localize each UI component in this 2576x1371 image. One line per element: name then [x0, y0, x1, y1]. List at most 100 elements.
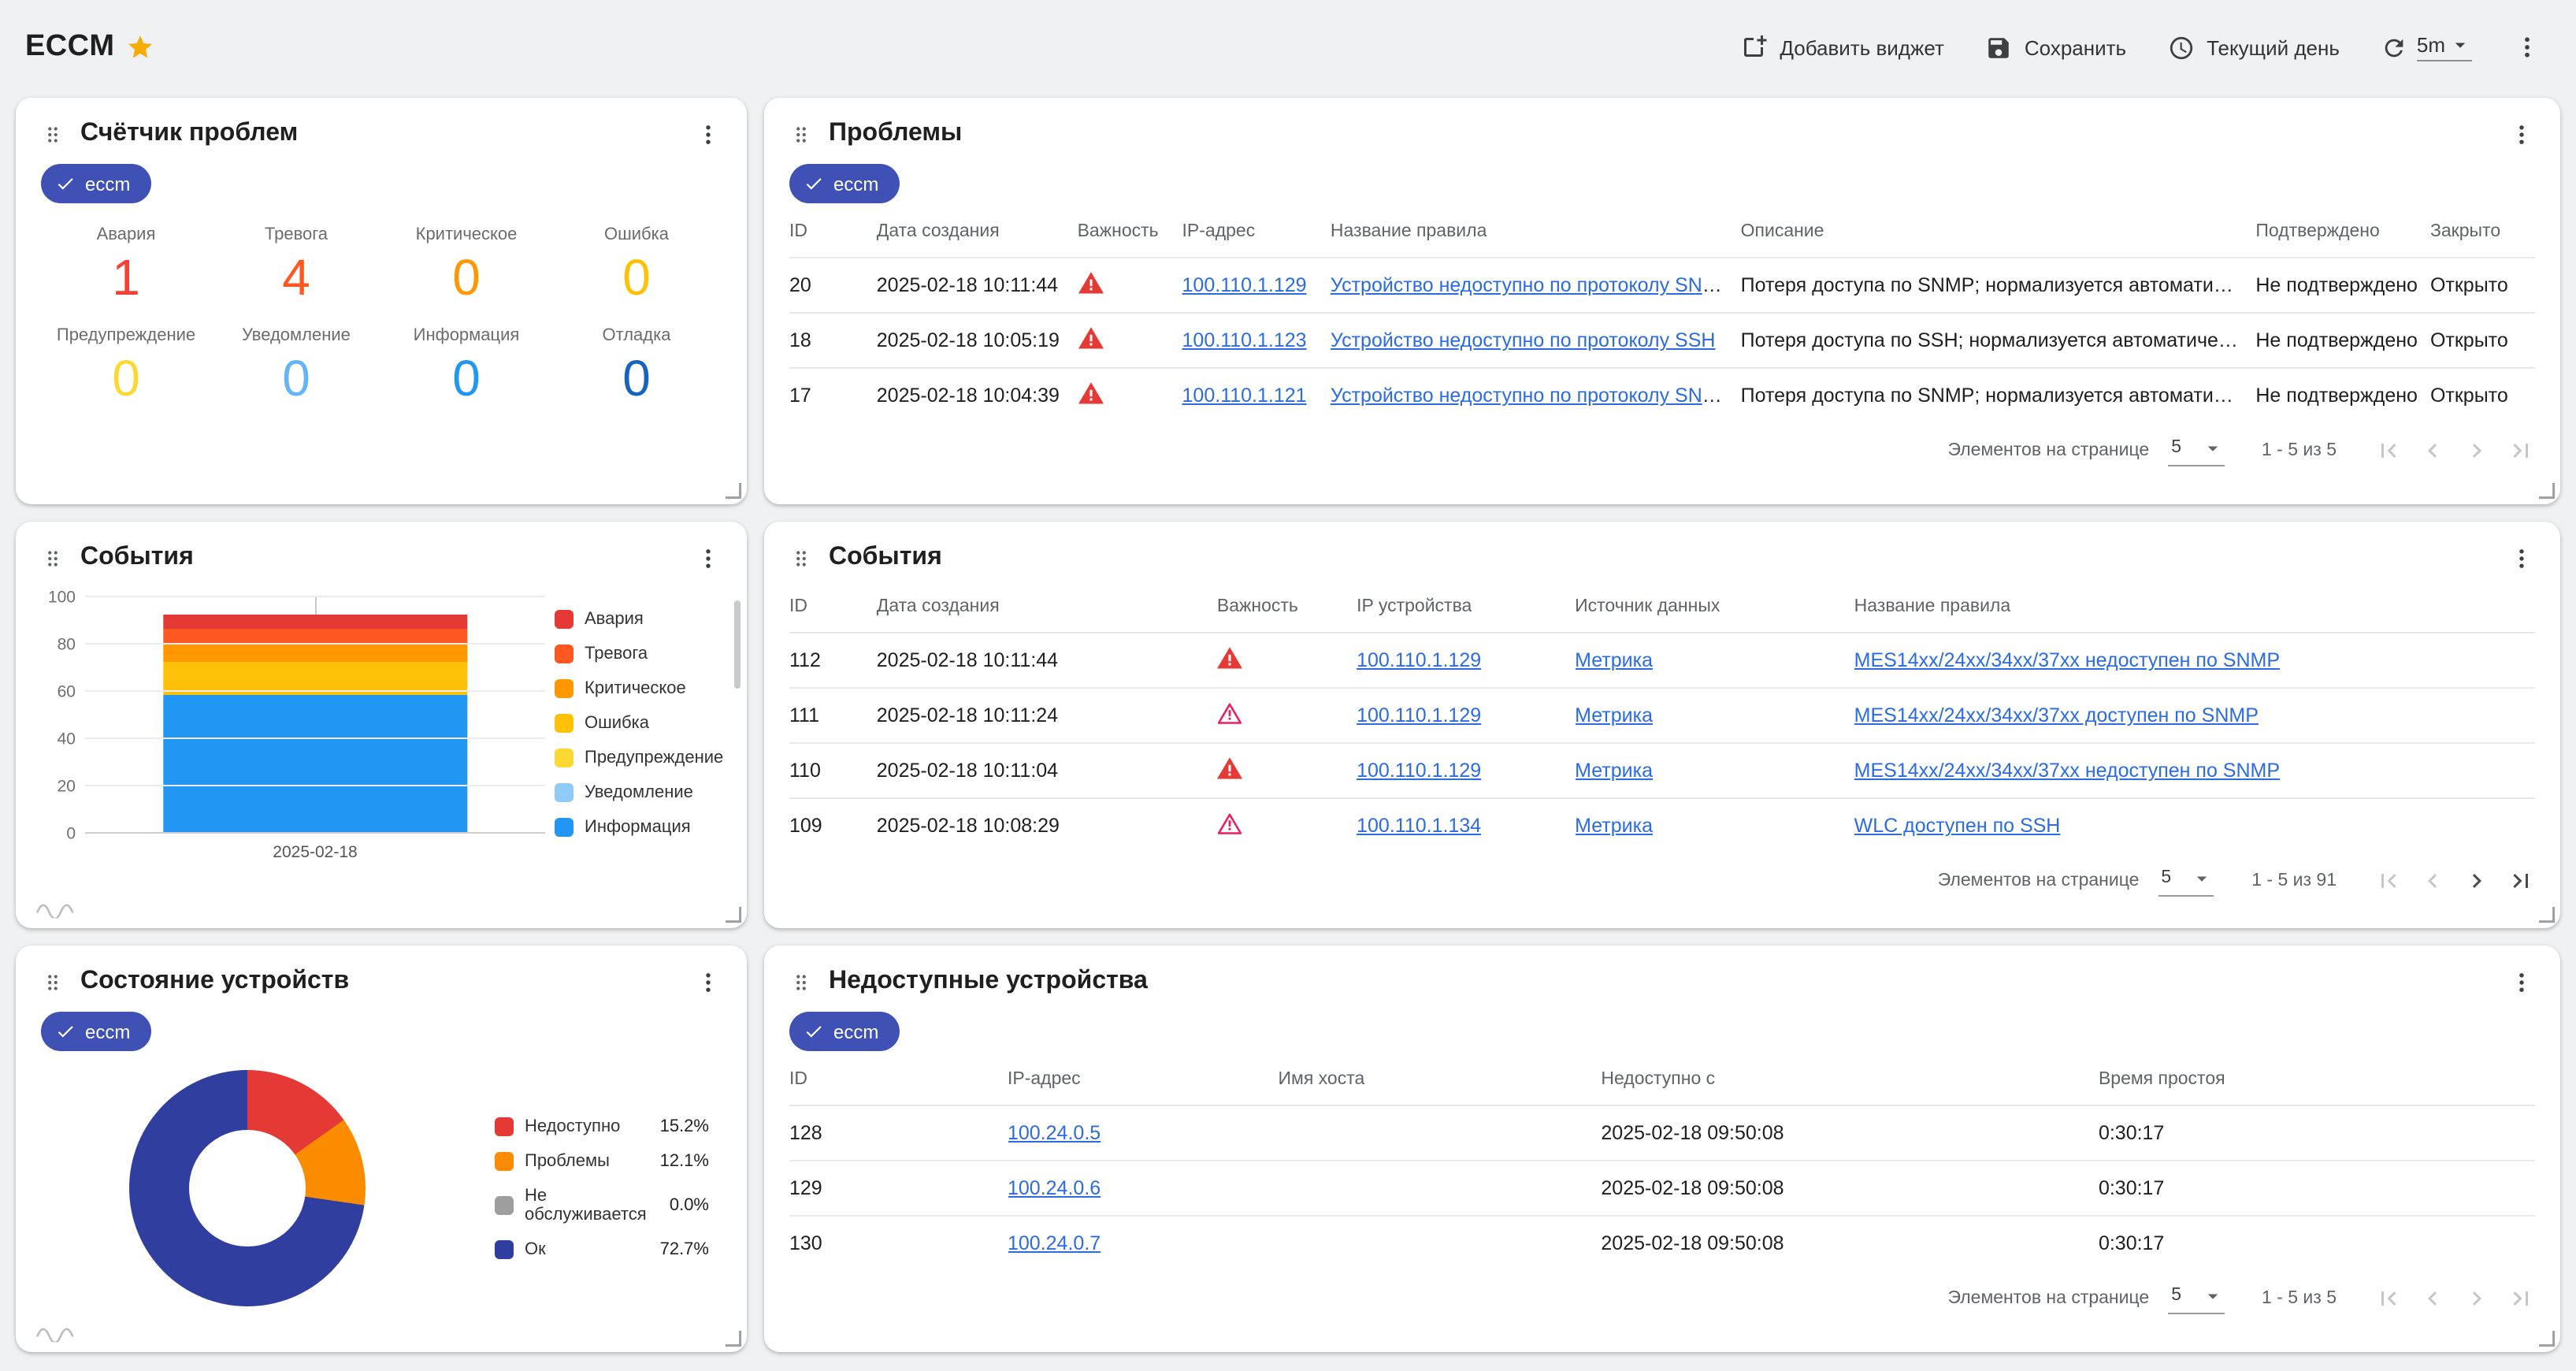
resize-corner-icon[interactable] — [2537, 1328, 2556, 1347]
check-icon — [804, 173, 824, 194]
ip-link[interactable]: 100.24.0.6 — [1008, 1177, 1101, 1199]
rule-link[interactable]: Устройство недоступно по протоколу SNMP — [1331, 385, 1732, 407]
drag-handle-icon[interactable] — [789, 970, 813, 994]
legend-item[interactable]: Не обслуживается0.0% — [495, 1187, 709, 1224]
clock-icon — [2167, 34, 2194, 61]
legend-value: 15.2% — [660, 1117, 709, 1136]
first-page-icon[interactable] — [2374, 867, 2403, 895]
widget-menu-icon[interactable] — [695, 544, 722, 571]
legend-item[interactable]: Тревога — [555, 645, 706, 663]
filter-chip-eccm[interactable]: eccm — [41, 1012, 150, 1051]
legend-scrollbar[interactable] — [734, 600, 741, 689]
source-link[interactable]: Метрика — [1575, 816, 1653, 838]
ip-link[interactable]: 100.110.1.123 — [1182, 329, 1307, 351]
column-header: IP устройства — [1357, 581, 1575, 633]
cell-ip: 100.24.0.6 — [1008, 1161, 1278, 1216]
bar-plot — [85, 597, 545, 834]
drag-handle-icon[interactable] — [41, 546, 65, 570]
current-day-button[interactable]: Текущий день — [2167, 34, 2340, 61]
add-widget-button[interactable]: Добавить виджет — [1739, 33, 1944, 61]
chevron-left-icon[interactable] — [2418, 867, 2447, 895]
ip-link[interactable]: 100.110.1.129 — [1357, 649, 1481, 671]
last-page-icon[interactable] — [2507, 1284, 2535, 1313]
widget-menu-icon[interactable] — [2508, 968, 2535, 995]
widget-title: События — [829, 544, 942, 572]
first-page-icon[interactable] — [2374, 1284, 2403, 1313]
last-page-icon[interactable] — [2507, 437, 2535, 465]
rule-link[interactable]: Устройство недоступно по протоколу SNMP — [1331, 274, 1732, 296]
resize-corner-icon[interactable] — [2537, 481, 2556, 500]
filter-chip-eccm[interactable]: eccm — [41, 164, 150, 203]
legend-item[interactable]: Проблемы12.1% — [495, 1152, 709, 1171]
resize-corner-icon[interactable] — [723, 1328, 742, 1347]
page-size-select[interactable]: 5 — [2168, 436, 2224, 466]
legend-value: 72.7% — [660, 1240, 709, 1259]
legend-item[interactable]: Ошибка — [555, 714, 706, 733]
counter-label: Критическое — [381, 225, 551, 244]
ip-link[interactable]: 100.110.1.121 — [1182, 385, 1307, 407]
legend-item[interactable]: Предупреждение — [555, 749, 706, 767]
cell-rule: MES14xx/24xx/34xx/37xx доступен по SNMP — [1854, 688, 2535, 743]
rule-link[interactable]: Устройство недоступно по протоколу SSH — [1331, 329, 1716, 351]
resize-corner-icon[interactable] — [723, 481, 742, 500]
legend-item[interactable]: Недоступно 15.2% — [495, 1117, 709, 1136]
legend-item[interactable]: Уведомление — [555, 783, 706, 802]
page-size-value: 5 — [2171, 1286, 2181, 1305]
interval-select[interactable]: 5m — [2417, 33, 2472, 61]
first-page-icon[interactable] — [2374, 437, 2403, 465]
ip-link[interactable]: 100.110.1.129 — [1357, 704, 1481, 726]
widget-title: Недоступные устройства — [829, 968, 1148, 996]
source-link[interactable]: Метрика — [1575, 704, 1653, 726]
source-link[interactable]: Метрика — [1575, 649, 1653, 671]
last-page-icon[interactable] — [2507, 867, 2535, 895]
chevron-left-icon[interactable] — [2418, 437, 2447, 465]
filter-chip-eccm[interactable]: eccm — [789, 1012, 899, 1051]
cell-source: Метрика — [1575, 633, 1854, 688]
bar-segment — [163, 643, 466, 662]
page-size-select[interactable]: 5 — [2168, 1284, 2224, 1313]
legend-swatch — [555, 714, 573, 733]
chevron-right-icon[interactable] — [2463, 867, 2491, 895]
counter-label: Ошибка — [551, 225, 722, 244]
legend-label: Недоступно — [525, 1117, 620, 1136]
widget-menu-icon[interactable] — [695, 121, 722, 147]
drag-handle-icon[interactable] — [41, 122, 65, 146]
kebab-menu-icon[interactable] — [2513, 33, 2541, 61]
save-button[interactable]: Сохранить — [1985, 34, 2126, 61]
chevron-right-icon[interactable] — [2463, 1284, 2491, 1313]
cell-ip: 100.24.0.5 — [1008, 1105, 1278, 1161]
refresh-icon[interactable] — [2381, 34, 2407, 61]
chevron-left-icon[interactable] — [2418, 1284, 2447, 1313]
drag-handle-icon[interactable] — [41, 970, 65, 994]
legend-item[interactable]: Авария — [555, 610, 706, 629]
rule-link[interactable]: MES14xx/24xx/34xx/37xx доступен по SNMP — [1854, 704, 2259, 726]
cell-rule: Устройство недоступно по протоколу SNMP — [1331, 258, 1741, 313]
legend-item[interactable]: Критическое — [555, 679, 706, 698]
ip-link[interactable]: 100.110.1.134 — [1357, 816, 1481, 838]
cell-hostname — [1278, 1105, 1601, 1161]
page-size-select[interactable]: 5 — [2158, 866, 2214, 896]
rule-link[interactable]: MES14xx/24xx/34xx/37xx недоступен по SNM… — [1854, 760, 2280, 782]
ip-link[interactable]: 100.110.1.129 — [1182, 274, 1307, 296]
rule-link[interactable]: MES14xx/24xx/34xx/37xx недоступен по SNM… — [1854, 649, 2280, 671]
source-link[interactable]: Метрика — [1575, 760, 1653, 782]
widget-menu-icon[interactable] — [695, 968, 722, 995]
widget-menu-icon[interactable] — [2508, 121, 2535, 147]
ip-link[interactable]: 100.110.1.129 — [1357, 760, 1481, 782]
ip-link[interactable]: 100.24.0.5 — [1008, 1122, 1101, 1144]
drag-handle-icon[interactable] — [789, 546, 813, 570]
rule-link[interactable]: WLC доступен по SSH — [1854, 816, 2061, 838]
resize-corner-icon[interactable] — [2537, 905, 2556, 923]
legend-item[interactable]: Информация — [555, 818, 706, 837]
chevron-right-icon[interactable] — [2463, 437, 2491, 465]
cell-id: 129 — [789, 1161, 1008, 1216]
star-icon[interactable] — [126, 33, 154, 61]
resize-corner-icon[interactable] — [723, 905, 742, 923]
widget-menu-icon[interactable] — [2508, 544, 2535, 571]
filter-chip-eccm[interactable]: eccm — [789, 164, 899, 203]
counter-value: 0 — [41, 345, 211, 411]
legend-item[interactable]: Ок72.7% — [495, 1240, 709, 1259]
counter-label: Отладка — [551, 326, 722, 345]
ip-link[interactable]: 100.24.0.7 — [1008, 1233, 1101, 1255]
drag-handle-icon[interactable] — [789, 122, 813, 146]
